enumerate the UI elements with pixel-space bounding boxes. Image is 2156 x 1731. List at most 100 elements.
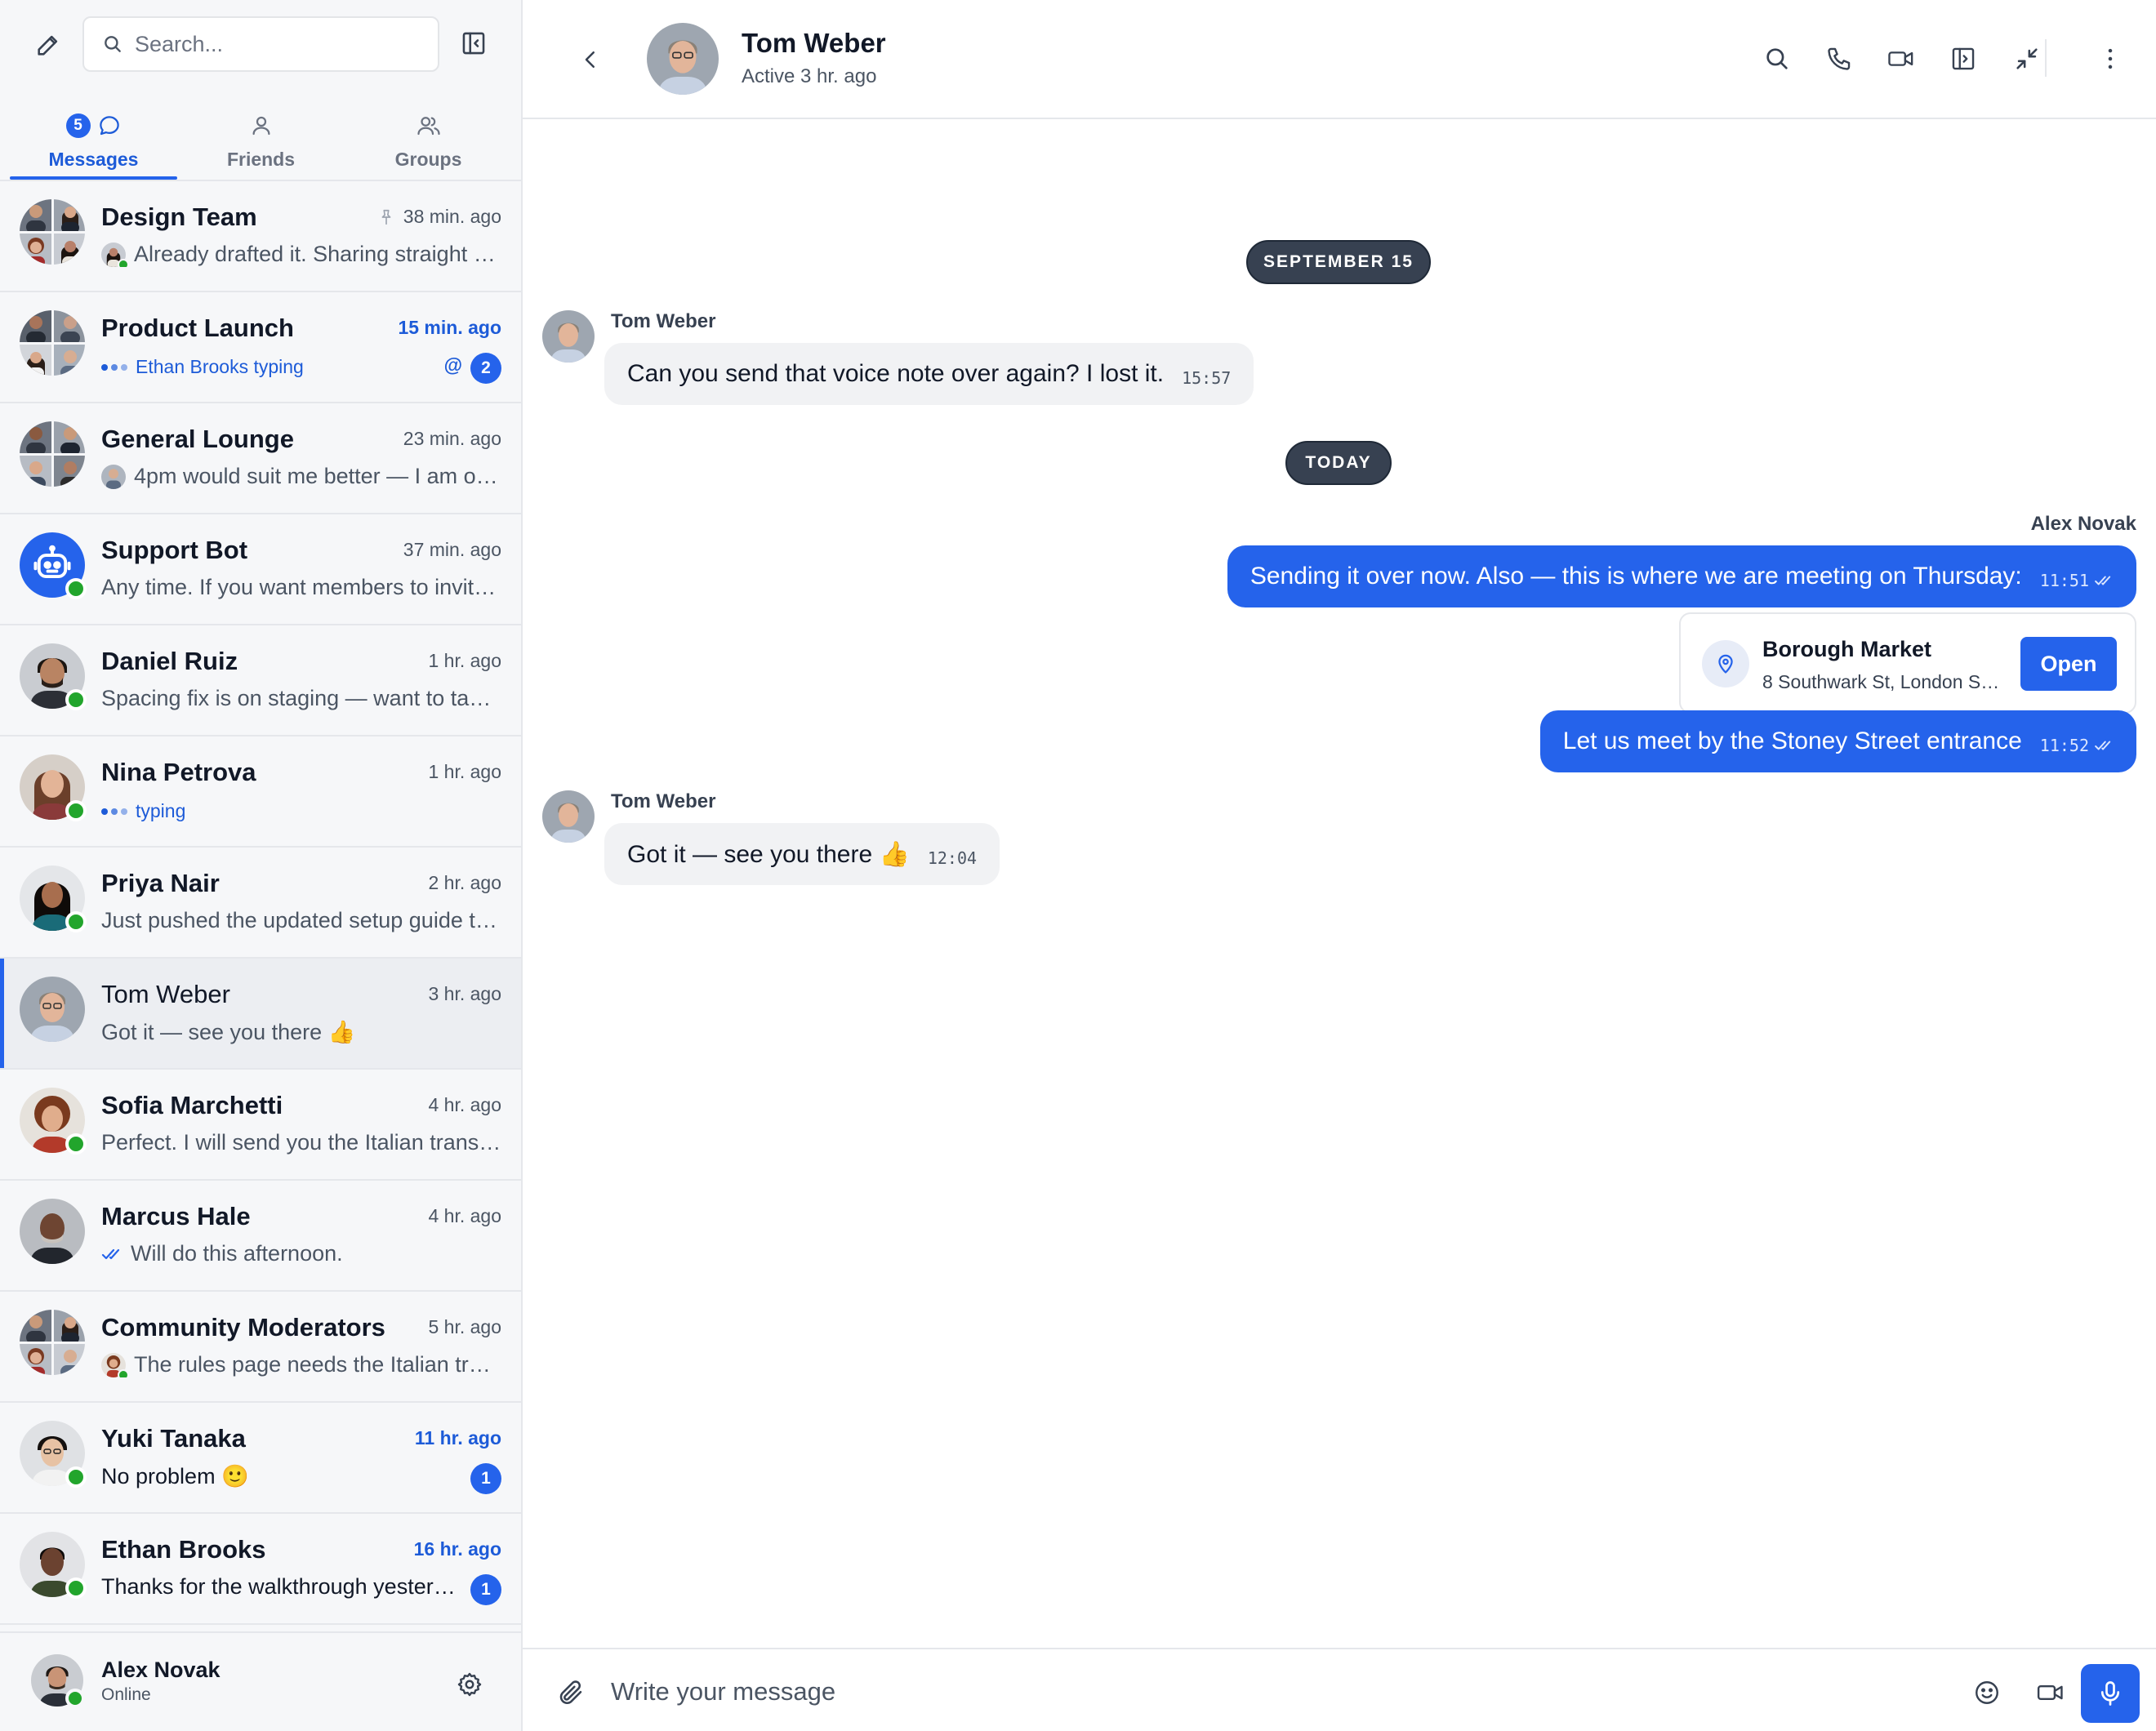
emoji-button[interactable] — [1967, 1672, 2007, 1713]
preview-text: 4pm would suit me better — I am on a cal… — [134, 464, 501, 488]
message-bubble-outgoing[interactable]: Let us meet by the Stoney Street entranc… — [1539, 710, 2136, 772]
unread-badge: 1 — [470, 1463, 501, 1494]
bot-avatar — [20, 532, 87, 599]
message-bubble-outgoing[interactable]: Sending it over now. Also — this is wher… — [1227, 545, 2136, 607]
chat-header: Tom Weber Active 3 hr. ago — [523, 0, 2156, 119]
conversation-name: General Lounge — [101, 425, 294, 453]
sender-mini-avatar — [101, 1352, 129, 1377]
conversation-item[interactable]: Product Launch 15 min. ago Ethan Brooks … — [0, 292, 521, 403]
member-avatar — [20, 199, 51, 231]
avatar — [20, 1088, 87, 1155]
avatar — [20, 1532, 87, 1599]
conversation-item[interactable]: Support Bot 37 min. ago Any time. If you… — [0, 514, 521, 625]
message-list: SEPTEMBER 15 Tom Weber Can you send that… — [523, 119, 2156, 1648]
member-avatar — [53, 199, 85, 231]
contact-avatar[interactable] — [647, 23, 719, 95]
preview-text: Any time. If you want members to invite … — [101, 575, 501, 599]
tab-groups-label: Groups — [394, 149, 462, 170]
conversation-item[interactable]: Yuki Tanaka 11 hr. ago No problem 🙂 1 — [0, 1403, 521, 1514]
member-avatar — [20, 455, 51, 487]
conversation-name: Design Team — [101, 202, 257, 231]
more-options-button[interactable] — [2089, 38, 2132, 80]
online-indicator — [65, 911, 87, 932]
conversation-item[interactable]: Ethan Brooks 16 hr. ago Thanks for the w… — [0, 1514, 521, 1625]
pin-icon — [381, 209, 391, 225]
message-text: Sending it over now. Also — this is wher… — [1250, 563, 2022, 590]
conversation-preview: Will do this afternoon. — [101, 1241, 501, 1266]
member-avatar — [20, 1310, 51, 1342]
sidebar-collapse-icon — [462, 32, 485, 55]
conversation-item[interactable]: Nina Petrova 1 hr. ago typing — [0, 736, 521, 848]
conversation-time: 38 min. ago — [377, 206, 501, 228]
conversation-name: Support Bot — [101, 536, 248, 564]
current-user-panel: Alex Novak Online — [0, 1631, 521, 1731]
conversation-item-selected[interactable]: Tom Weber 3 hr. ago Got it — see you the… — [0, 959, 521, 1070]
tab-friends[interactable]: Friends — [177, 96, 345, 180]
conversation-item[interactable]: Design Team 38 min. ago Already drafted … — [0, 181, 521, 292]
video-call-button[interactable] — [1880, 38, 1922, 80]
conversation-time: 5 hr. ago — [428, 1316, 501, 1337]
map-pin-icon — [1702, 640, 1749, 688]
tab-messages[interactable]: 5 Messages — [10, 96, 177, 180]
tab-messages-label: Messages — [48, 149, 139, 170]
online-indicator — [65, 1133, 87, 1155]
tab-friends-label: Friends — [226, 149, 296, 170]
conversation-preview: The rules page needs the Italian transla… — [101, 1352, 501, 1377]
back-button[interactable] — [572, 41, 609, 78]
minimize-arrows-icon — [2016, 48, 2038, 69]
message-composer — [523, 1648, 2156, 1731]
message-bubble-incoming[interactable]: Can you send that voice note over again?… — [604, 343, 1254, 405]
toggle-details-panel-button[interactable] — [1942, 38, 1984, 80]
conversation-item[interactable]: Community Moderators 5 hr. ago The rules… — [0, 1292, 521, 1403]
preview-text: Spacing fix is on staging — want to take… — [101, 686, 501, 710]
search-input[interactable] — [135, 31, 429, 57]
group-avatar — [20, 421, 85, 487]
current-user-avatar[interactable] — [31, 1654, 85, 1708]
conversation-item[interactable]: Marcus Hale 4 hr. ago Will do this after… — [0, 1181, 521, 1292]
record-voice-button[interactable] — [2081, 1664, 2140, 1723]
conversation-item[interactable]: Sofia Marchetti 4 hr. ago Perfect. I wil… — [0, 1070, 521, 1181]
typing-text: Ethan Brooks typing — [136, 356, 304, 377]
search-chat-button[interactable] — [1756, 38, 1798, 80]
member-avatar — [20, 310, 51, 342]
typing-indicator: Ethan Brooks typing — [101, 356, 501, 378]
collapse-sidebar-button[interactable] — [455, 24, 492, 62]
attach-button[interactable] — [550, 1672, 591, 1713]
conversation-item[interactable]: Priya Nair 2 hr. ago Just pushed the upd… — [0, 848, 521, 959]
messages-count-badge: 5 — [65, 113, 91, 138]
group-avatar — [20, 199, 85, 265]
preview-text: Already drafted it. Sharing straight aft… — [134, 242, 501, 266]
message-text: Can you send that voice note over again?… — [627, 360, 1165, 387]
record-video-button[interactable] — [2029, 1672, 2073, 1713]
conversation-item[interactable]: Daniel Ruiz 1 hr. ago Spacing fix is on … — [0, 625, 521, 736]
open-location-button[interactable]: Open — [2020, 637, 2117, 691]
conversation-time: 37 min. ago — [403, 539, 501, 560]
message-avatar — [542, 310, 595, 363]
conversation-item[interactable]: General Lounge 23 min. ago 4pm would sui… — [0, 403, 521, 514]
typing-dots-icon — [101, 363, 127, 371]
member-avatar — [53, 1310, 85, 1342]
settings-button[interactable] — [451, 1666, 488, 1703]
member-avatar — [53, 421, 85, 453]
message-bubble-incoming[interactable]: Got it — see you there 👍 12:04 — [604, 823, 1000, 885]
search-box[interactable] — [82, 16, 439, 72]
message-time: 12:04 — [927, 848, 978, 868]
avatar — [20, 1199, 85, 1264]
location-card[interactable]: Borough Market 8 Southwark St, London SE… — [1679, 612, 2136, 714]
tab-groups[interactable]: Groups — [345, 96, 512, 180]
message-time: 11:52 — [2040, 736, 2114, 755]
video-camera-icon — [2037, 1685, 2063, 1700]
message-time: 15:57 — [1182, 368, 1232, 388]
compose-button[interactable] — [28, 26, 69, 64]
member-avatar — [20, 1343, 51, 1375]
voice-call-button[interactable] — [1818, 38, 1860, 80]
avatar — [20, 977, 85, 1042]
phone-icon — [1828, 47, 1851, 70]
group-avatar — [20, 1310, 85, 1375]
message-input[interactable] — [611, 1669, 1624, 1715]
video-camera-icon — [1888, 51, 1913, 66]
conversation-name: Daniel Ruiz — [101, 647, 238, 675]
minimize-button[interactable] — [2006, 38, 2048, 80]
conversation-name: Priya Nair — [101, 869, 220, 897]
conversation-name: Product Launch — [101, 314, 294, 342]
